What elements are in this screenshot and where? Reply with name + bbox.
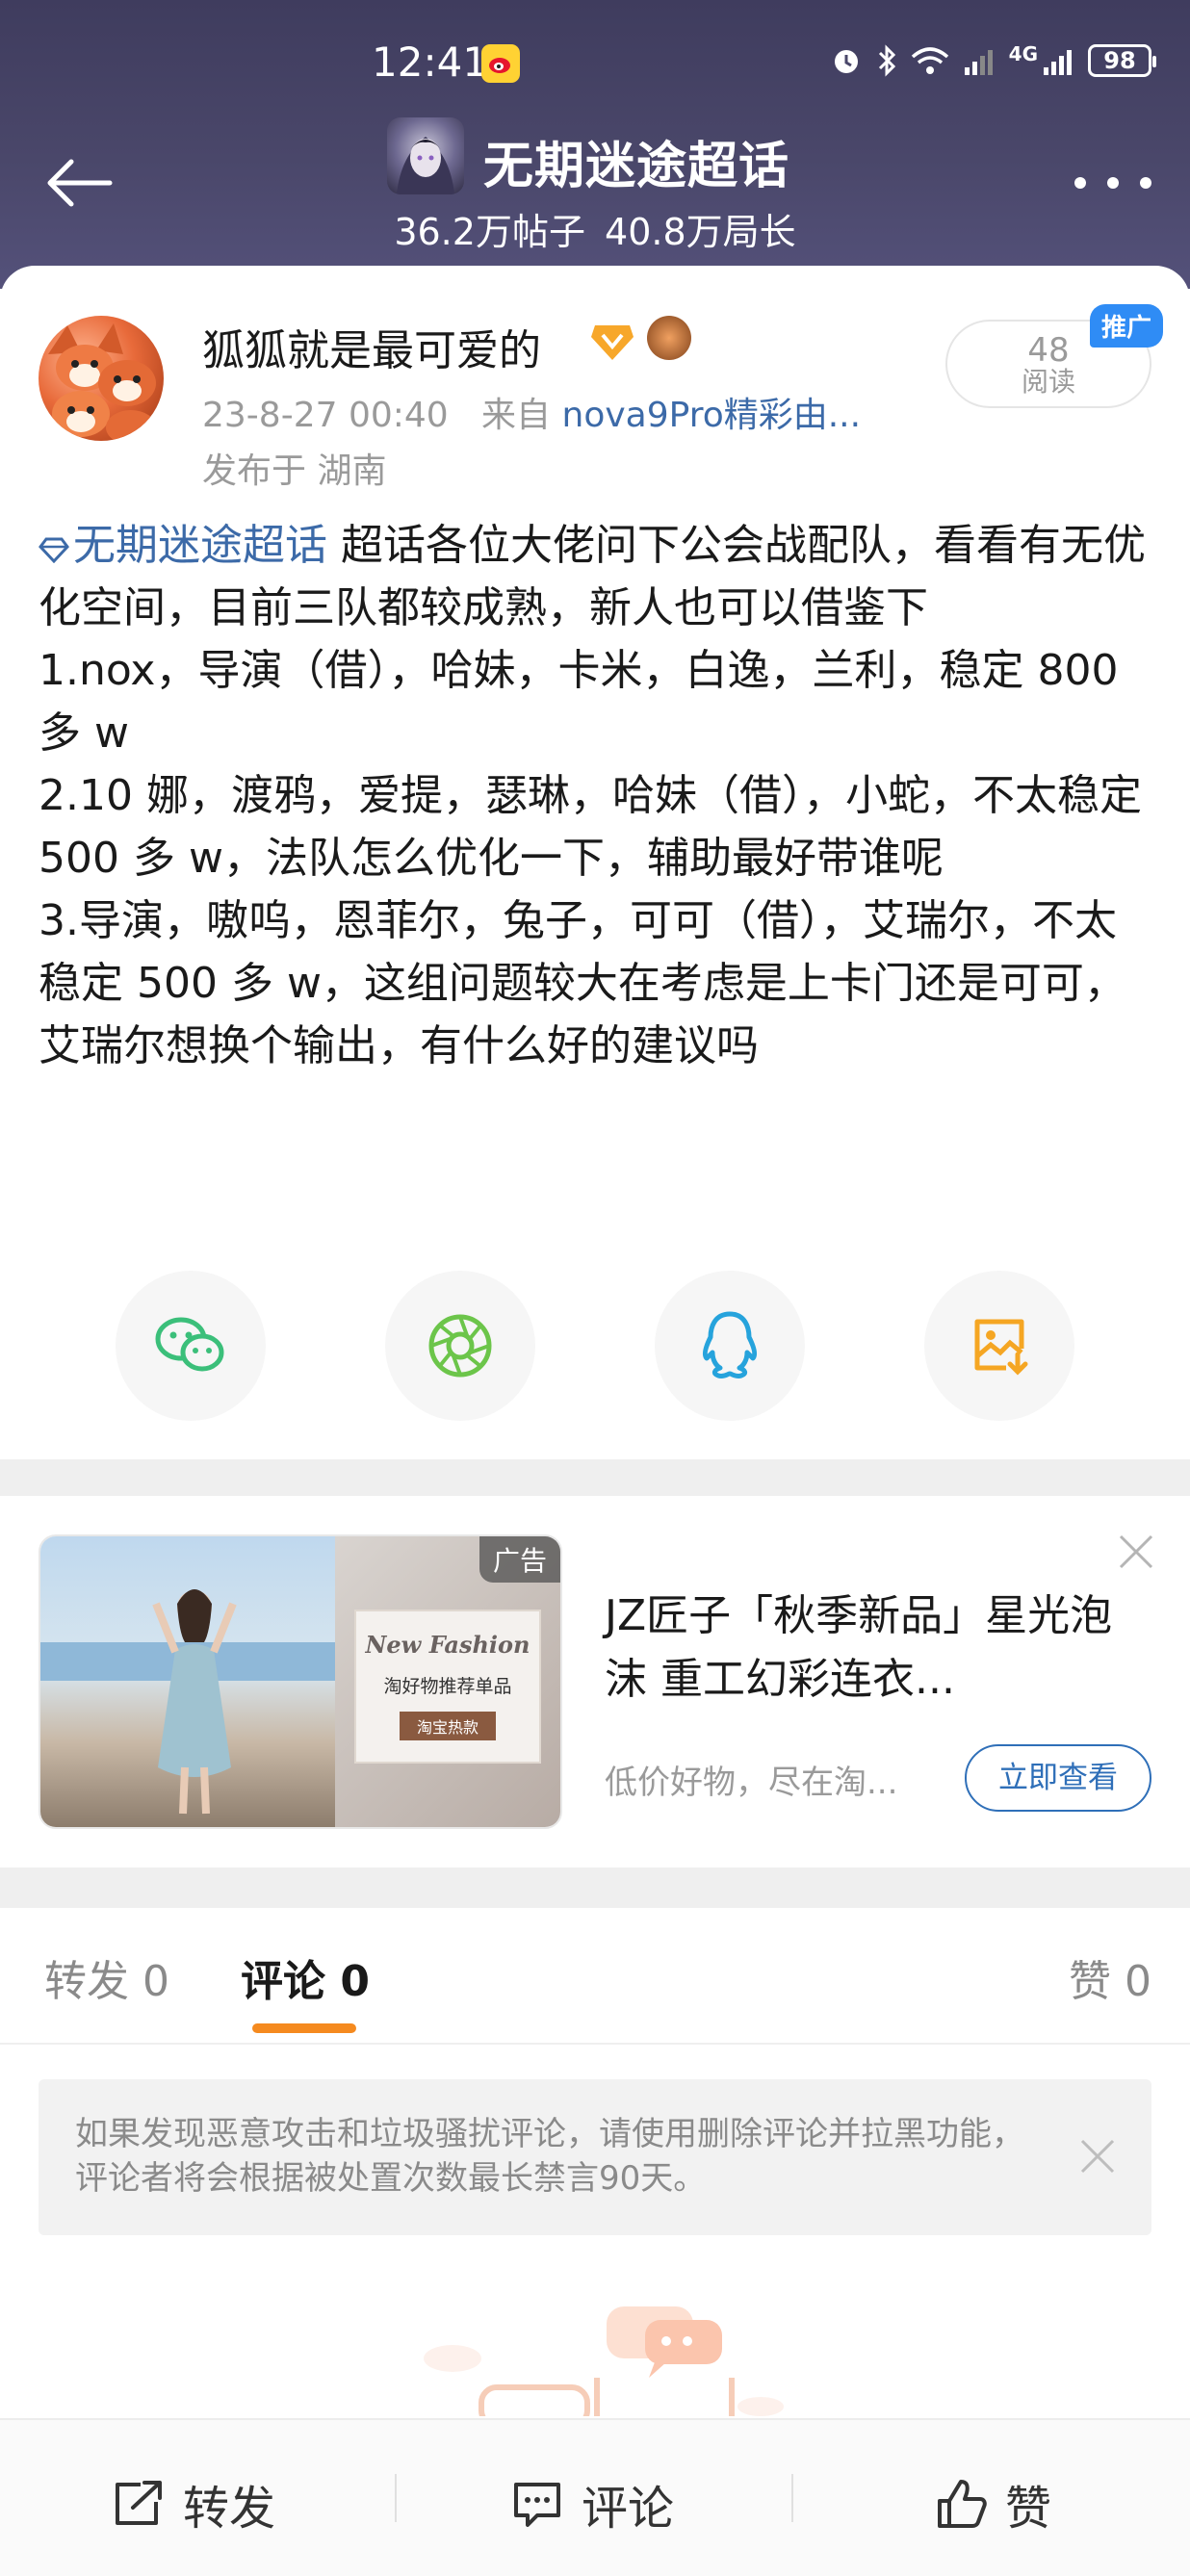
share-qq-button[interactable] (655, 1271, 805, 1421)
save-image-button[interactable] (924, 1271, 1074, 1421)
post-source-prefix: 来自 (481, 396, 552, 435)
share-row (116, 1271, 1074, 1425)
post-body: 无期迷途超话 超话各位大佬问下公会战配队，看看有无优化空间，目前三队都较成熟，新… (39, 514, 1155, 1077)
post-line-2: 2.10 娜，渡鸦，爱提，瑟琳，哈妹（借），小蛇，不太稳定 500 多 w，法队… (39, 771, 1142, 883)
interaction-tabs: 转发 0 评论 0 赞 0 (0, 1908, 1190, 2045)
post-card: 狐狐就是最可爱的 23-8-27 00:40 来自 nova9Pro精彩由...… (0, 266, 1190, 1459)
post-location: 发布于 湖南 (202, 451, 387, 491)
signal-icon-1 (964, 50, 993, 75)
ad-image[interactable]: New Fashion 淘好物推荐单品 淘宝热款 广告 (39, 1534, 562, 1829)
post-line-1: 1.nox，导演（借），哈妹，卡米，白逸，兰利，稳定 800 多 w (39, 646, 1119, 758)
wechat-icon (155, 1317, 224, 1372)
more-options-button[interactable] (1074, 164, 1151, 202)
author-name[interactable]: 狐狐就是最可爱的 (202, 316, 541, 377)
read-count-box: 48 阅读 推广 (945, 304, 1163, 408)
post-source[interactable]: nova9Pro精彩由... (562, 396, 862, 435)
tab-repost[interactable]: 转发 0 (44, 1946, 169, 2008)
empty-comments-illustration (424, 2306, 784, 2416)
like-label[interactable]: 赞 (1005, 2470, 1051, 2537)
ad-image-caption: 淘好物推荐单品 (383, 1676, 512, 1697)
status-icons: 4G 98 (830, 42, 1156, 77)
post-date: 23-8-27 00:40 (202, 396, 449, 435)
topic-link[interactable]: 无期迷途超话 (39, 521, 327, 570)
more-dot-icon (1107, 177, 1119, 189)
active-tab-indicator (252, 2023, 356, 2033)
bottom-action-bar: 转发 评论 赞 (0, 2418, 1190, 2576)
post-line-3: 3.导演，嗷呜，恩菲尔，兔子，可可（借），艾瑞尔，不太稳定 500 多 w，这组… (39, 896, 1126, 1070)
weibo-notification-icon (481, 44, 520, 83)
post-intro-paragraph: 无期迷途超话 超话各位大佬问下公会战配队，看看有无优化空间，目前三队都较成熟，新… (39, 514, 1155, 639)
repost-label[interactable]: 转发 (183, 2470, 275, 2537)
status-time: 12:41 (372, 39, 489, 86)
promote-tag[interactable]: 推广 (1089, 304, 1163, 348)
repost-button[interactable]: 转发 (112, 2470, 275, 2537)
share-icon (116, 2481, 162, 2525)
member-count: 40.8万局长 (605, 211, 796, 253)
share-wechat-button[interactable] (116, 1271, 266, 1421)
topic-avatar[interactable] (387, 117, 464, 194)
bar-divider (395, 2474, 397, 2522)
post-count: 36.2万帖子 (394, 211, 585, 253)
moments-icon (428, 1314, 492, 1378)
battery-level: 98 (1103, 47, 1136, 74)
comment-notice: 如果发现恶意攻击和垃圾骚扰评论，请使用删除评论并拉黑功能，评论者将会根据被处置次… (39, 2079, 1151, 2235)
close-notice-icon[interactable] (1078, 2137, 1117, 2176)
topic-title: 无期迷途超话 (483, 138, 790, 195)
ad-card[interactable]: New Fashion 淘好物推荐单品 淘宝热款 广告 JZ匠子「秋季新品」星光… (0, 1496, 1190, 1868)
ad-photo (40, 1536, 335, 1827)
comment-label[interactable]: 评论 (582, 2470, 674, 2537)
comment-button[interactable]: 评论 (510, 2470, 674, 2537)
thumbs-up-icon (938, 2480, 987, 2528)
alarm-icon (834, 50, 858, 73)
ad-description: 低价好物，尽在淘... (605, 1764, 898, 1802)
vip-level-icon[interactable] (589, 322, 635, 362)
close-ad-icon[interactable] (1117, 1533, 1155, 1571)
bar-divider (791, 2474, 793, 2522)
network-type: 4G (1008, 42, 1038, 65)
topic-link-text[interactable]: 无期迷途超话 (73, 521, 327, 570)
signal-icon-2 (1044, 50, 1072, 75)
battery-indicator: 98 (1088, 44, 1156, 77)
share-moments-button[interactable] (385, 1271, 535, 1421)
notice-text: 如果发现恶意攻击和垃圾骚扰评论，请使用删除评论并拉黑功能，评论者将会根据被处置次… (75, 2115, 1024, 2198)
topic-stats: 36.2万帖子 40.8万局长 (0, 202, 1190, 255)
read-label: 阅读 (1021, 366, 1075, 398)
section-divider (0, 1868, 1190, 1908)
tab-comment[interactable]: 评论 0 (241, 1946, 370, 2008)
more-dot-icon (1140, 177, 1151, 189)
ad-title[interactable]: JZ匠子「秋季新品」星光泡沫 重工幻彩连衣... (605, 1584, 1144, 1712)
fan-badge-icon[interactable] (647, 316, 691, 360)
more-dot-icon (1074, 177, 1086, 189)
like-button[interactable]: 赞 (934, 2470, 1051, 2537)
bluetooth-icon (878, 44, 895, 77)
tab-like[interactable]: 赞 0 (1069, 1946, 1151, 2008)
section-divider (0, 1459, 1190, 1496)
diamond-icon (39, 537, 69, 564)
author-avatar[interactable] (39, 316, 164, 441)
ad-image-tag: 淘宝热款 (399, 1712, 496, 1740)
ad-image-brand: New Fashion (365, 1631, 530, 1659)
qq-icon (702, 1311, 758, 1379)
save-image-icon (974, 1319, 1028, 1376)
ad-product-frame: New Fashion 淘好物推荐单品 淘宝热款 (354, 1610, 541, 1764)
comment-icon (514, 2483, 560, 2527)
status-bar: 12:41 4G 98 (0, 0, 1190, 135)
topic-header: 12:41 4G 98 无期迷途超话 36.2万帖子 40.8万局长 (0, 0, 1190, 289)
ad-label: 广告 (479, 1536, 560, 1583)
wifi-icon (911, 47, 948, 74)
ad-view-now-button[interactable]: 立即查看 (965, 1744, 1151, 1812)
post-meta: 23-8-27 00:40 来自 nova9Pro精彩由... (202, 387, 861, 437)
